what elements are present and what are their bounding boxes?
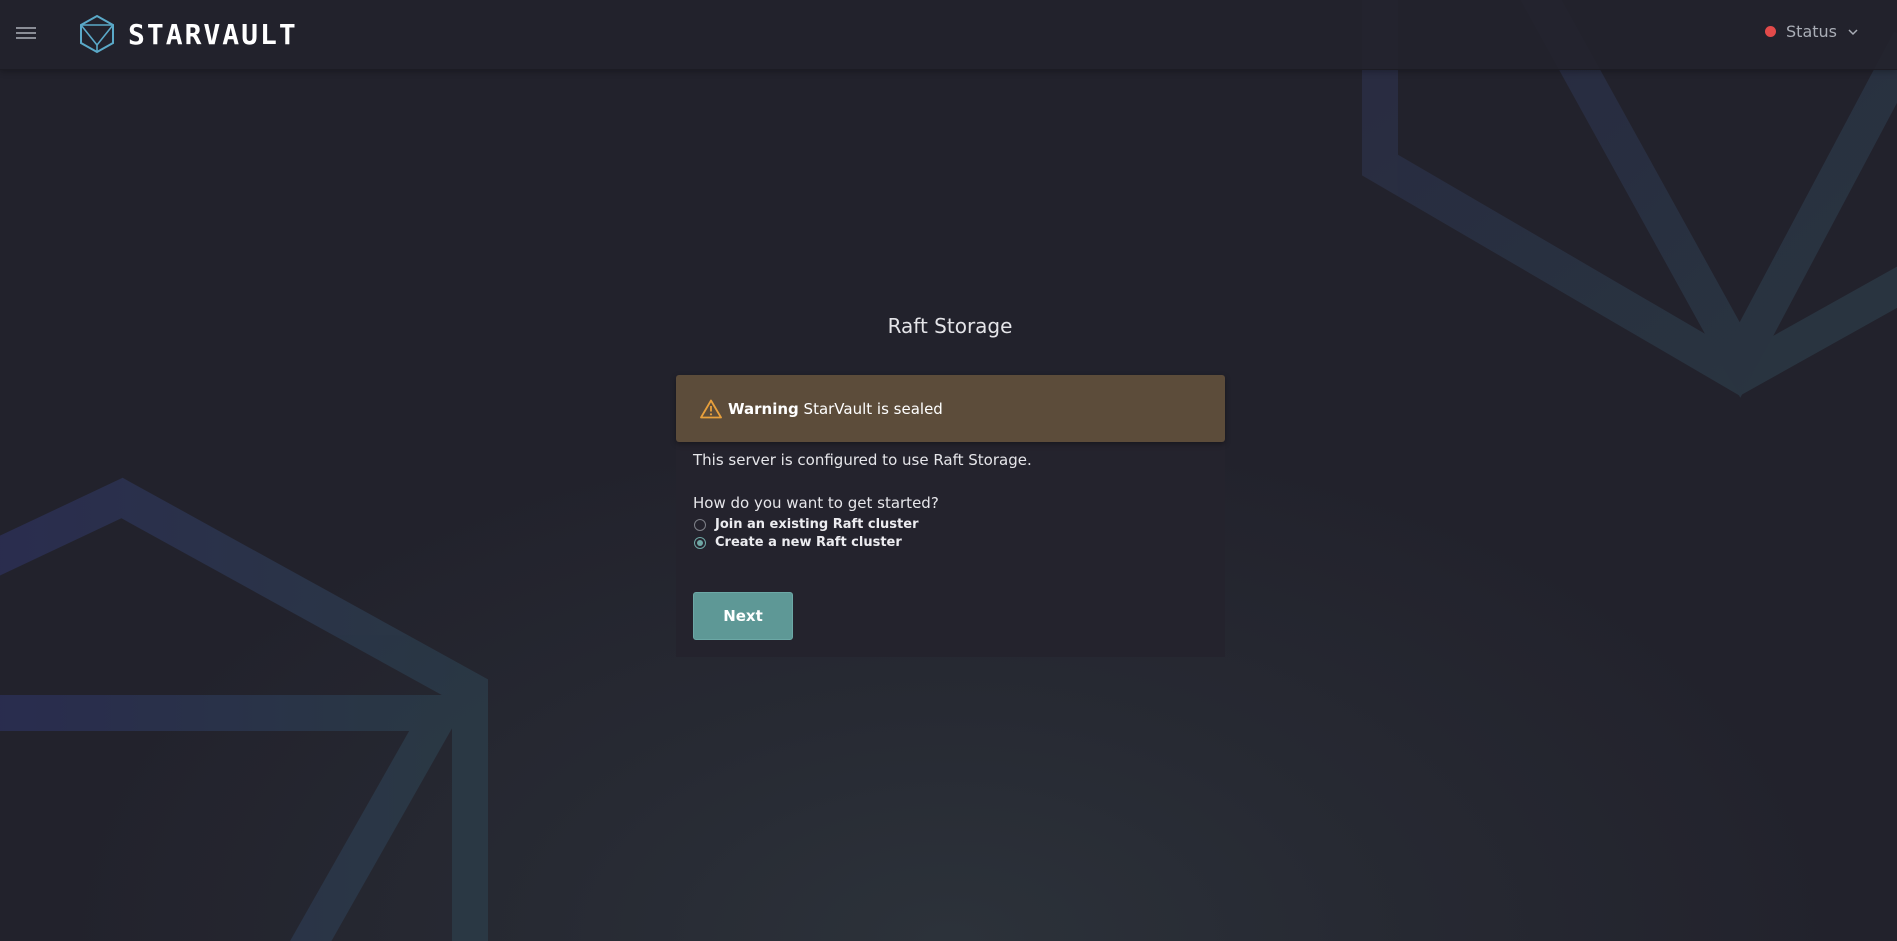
option-create-new-cluster[interactable]: Create a new Raft cluster — [693, 535, 1208, 550]
next-button[interactable]: Next — [693, 592, 793, 640]
hamburger-icon[interactable] — [14, 24, 38, 44]
option-join-existing-cluster[interactable]: Join an existing Raft cluster — [693, 517, 1208, 532]
hexagon-logo-icon — [80, 14, 114, 54]
warning-text: StarVault is sealed — [798, 399, 943, 418]
start-question-label: How do you want to get started? — [693, 494, 939, 512]
raft-setup-card: Warning StarVault is sealed This server … — [676, 375, 1225, 657]
chevron-down-icon — [1848, 28, 1858, 35]
warning-triangle-icon — [700, 399, 722, 418]
page-title: Raft Storage — [887, 314, 1013, 338]
warning-message: Warning StarVault is sealed — [728, 400, 943, 418]
brand-logo[interactable]: STARVAULT — [78, 14, 298, 54]
status-indicator-dot — [1765, 26, 1777, 37]
status-dropdown[interactable]: Status — [1765, 22, 1859, 41]
brand-name: STARVAULT — [128, 17, 298, 51]
radio-label-create: Create a new Raft cluster — [715, 535, 902, 550]
raft-setup-form: This server is configured to use Raft St… — [693, 451, 1208, 550]
radio-label-join: Join an existing Raft cluster — [715, 517, 919, 532]
radio-join-existing[interactable] — [694, 518, 706, 531]
status-label: Status — [1786, 22, 1837, 41]
warning-strong-label: Warning — [728, 399, 799, 418]
top-navigation-bar: STARVAULT Status — [0, 0, 1897, 70]
radio-create-new[interactable] — [694, 536, 706, 549]
storage-info-text: This server is configured to use Raft St… — [693, 451, 1032, 469]
sealed-warning-banner: Warning StarVault is sealed — [676, 375, 1225, 442]
